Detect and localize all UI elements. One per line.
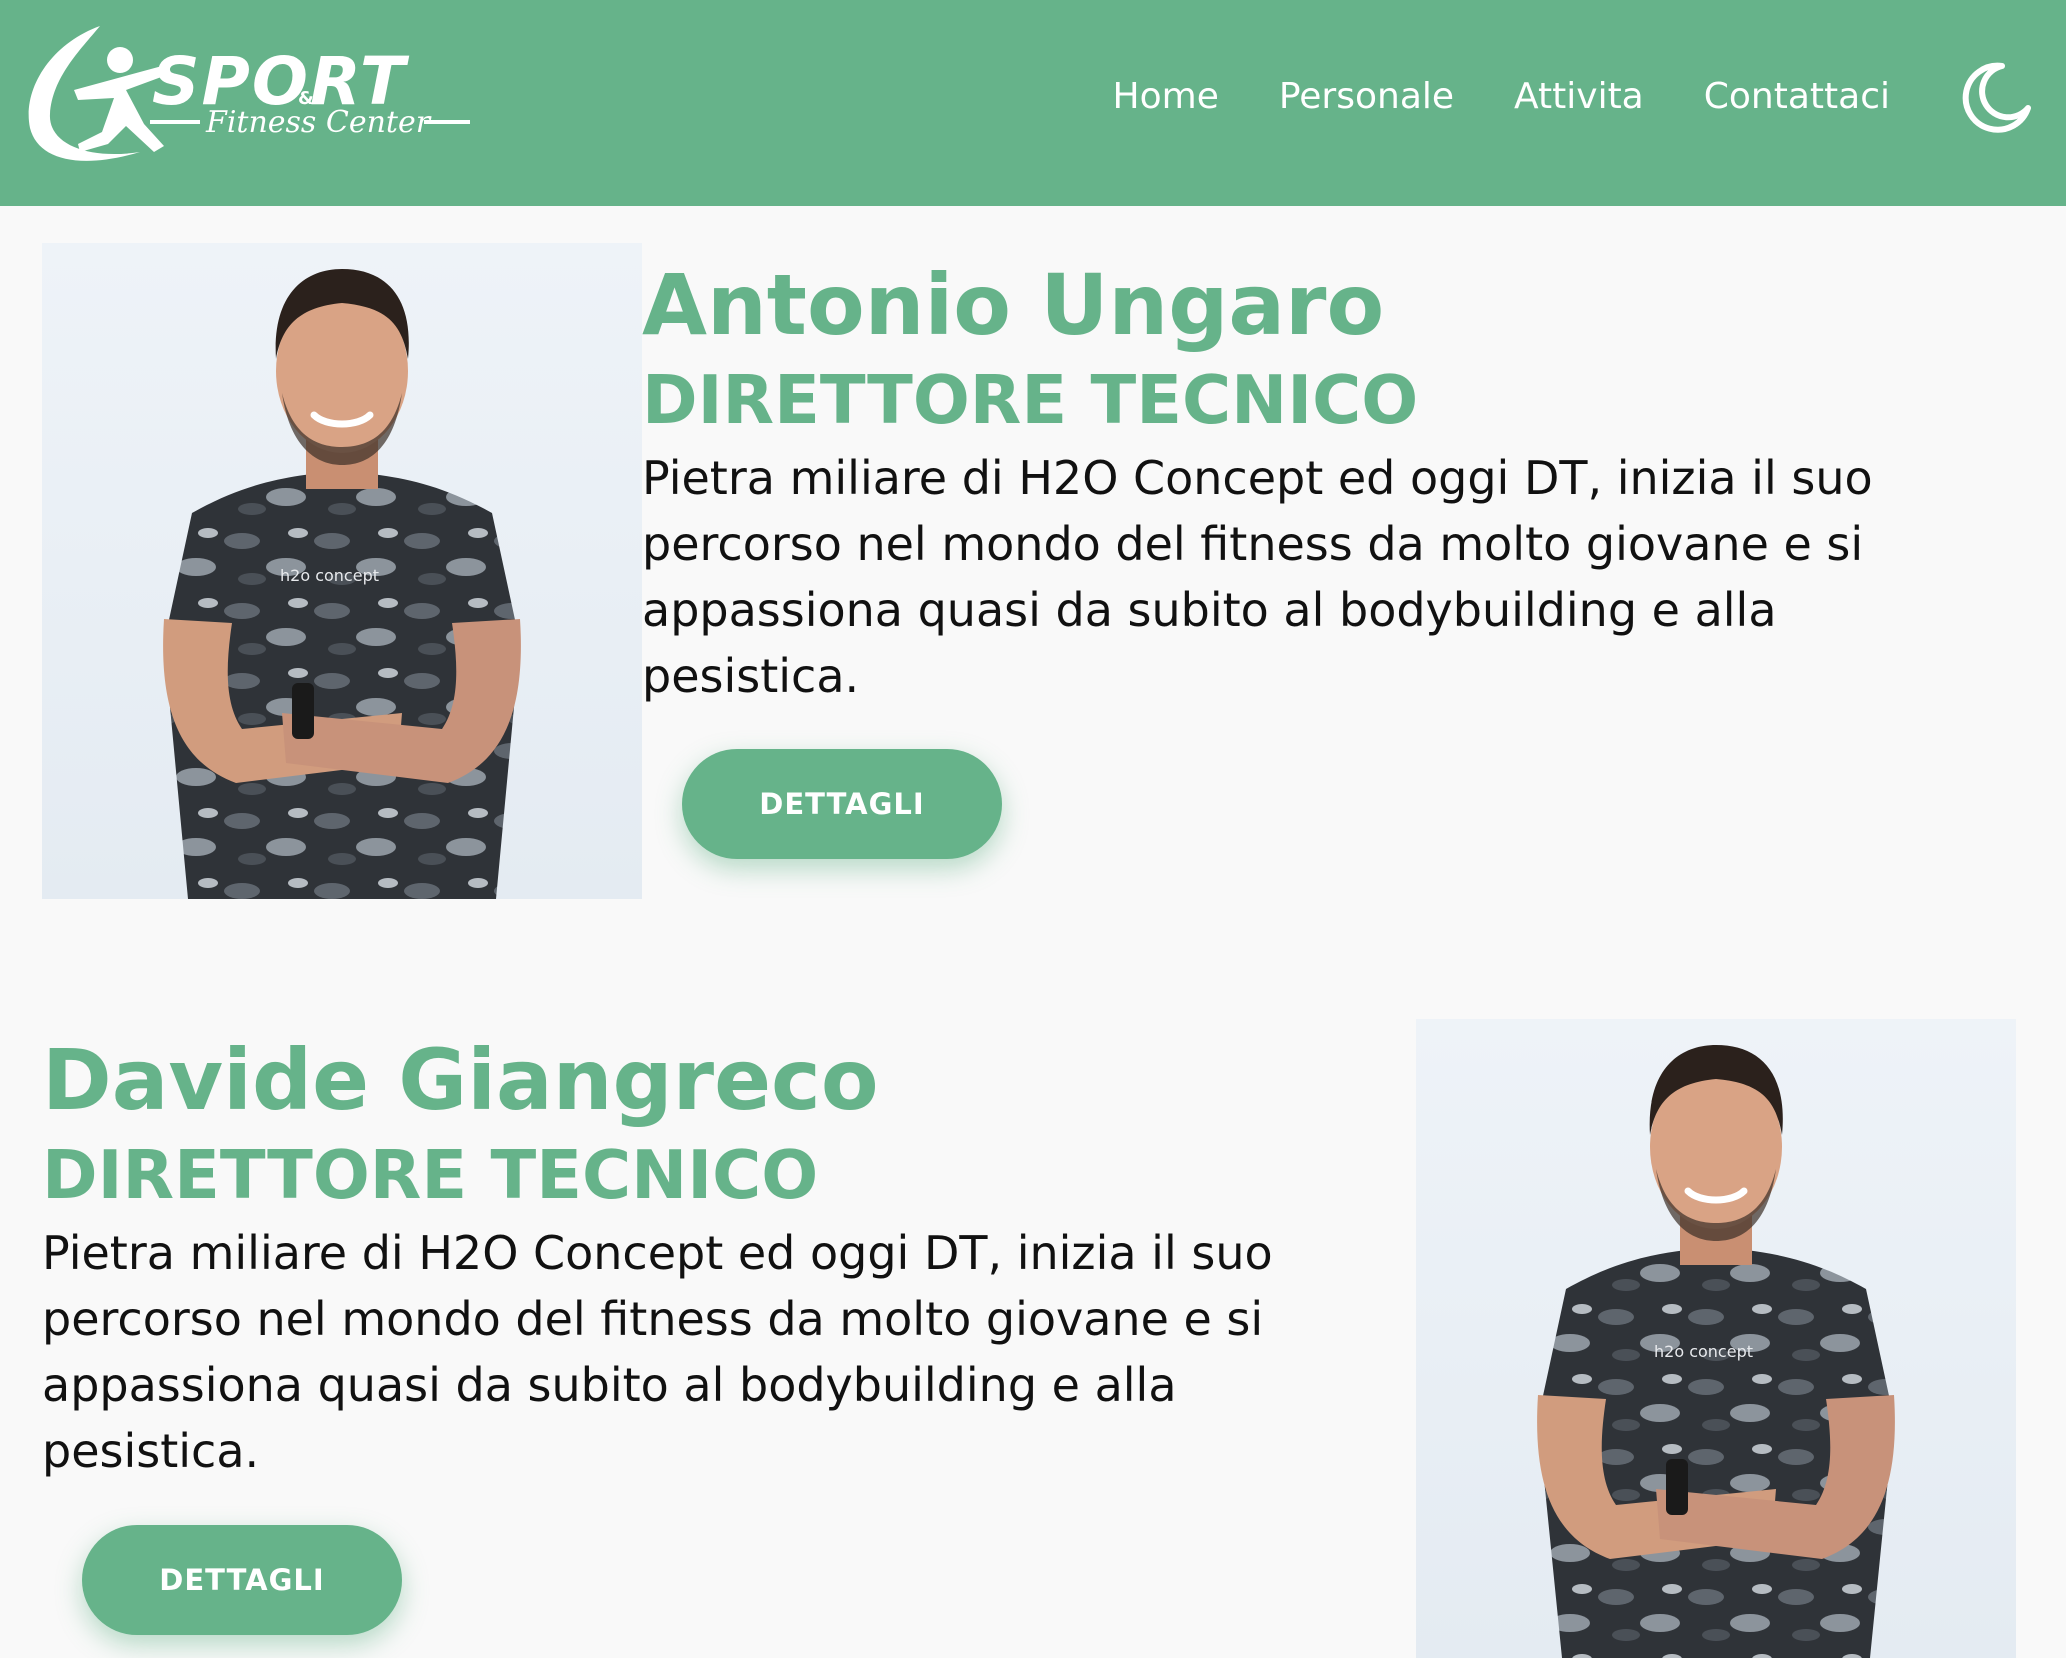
staff-card-info: Davide Giangreco DIRETTORE TECNICO Pietr… (42, 1030, 1372, 1484)
staff-role: DIRETTORE TECNICO (42, 1136, 819, 1214)
svg-text:h2o concept: h2o concept (280, 566, 379, 585)
staff-description: Pietra miliare di H2O Concept ed oggi DT… (642, 451, 1873, 703)
nav-contattaci[interactable]: Contattaci (1704, 76, 1890, 117)
sport-logo-icon: SPORT & Fitness Center (28, 26, 470, 161)
theme-toggle-button[interactable] (1958, 60, 2034, 136)
staff-name: Davide Giangreco (42, 1031, 879, 1129)
svg-text:Fitness Center: Fitness Center (205, 105, 432, 140)
details-button[interactable]: DETTAGLI (682, 749, 1002, 859)
brand-logo[interactable]: SPORT & Fitness Center (22, 20, 474, 168)
staff-description: Pietra miliare di H2O Concept ed oggi DT… (42, 1226, 1273, 1478)
nav-attivita[interactable]: Attivita (1514, 76, 1644, 117)
staff-photo: h2o concept (42, 243, 642, 899)
nav-personale[interactable]: Personale (1279, 76, 1454, 117)
staff-name: Antonio Ungaro (642, 256, 1385, 354)
svg-text:h2o concept: h2o concept (1654, 1342, 1753, 1361)
staff-photo: h2o concept (1416, 1019, 2016, 1658)
main-nav: Home Personale Attivita Contattaci (1113, 0, 1890, 192)
details-button[interactable]: DETTAGLI (82, 1525, 402, 1635)
staff-card-info: Antonio Ungaro DIRETTORE TECNICO Pietra … (642, 255, 1972, 709)
navbar: SPORT & Fitness Center Home Personale At… (0, 0, 2066, 206)
nav-home[interactable]: Home (1113, 76, 1219, 117)
moon-icon (1962, 62, 2031, 133)
staff-role: DIRETTORE TECNICO (642, 361, 1419, 439)
